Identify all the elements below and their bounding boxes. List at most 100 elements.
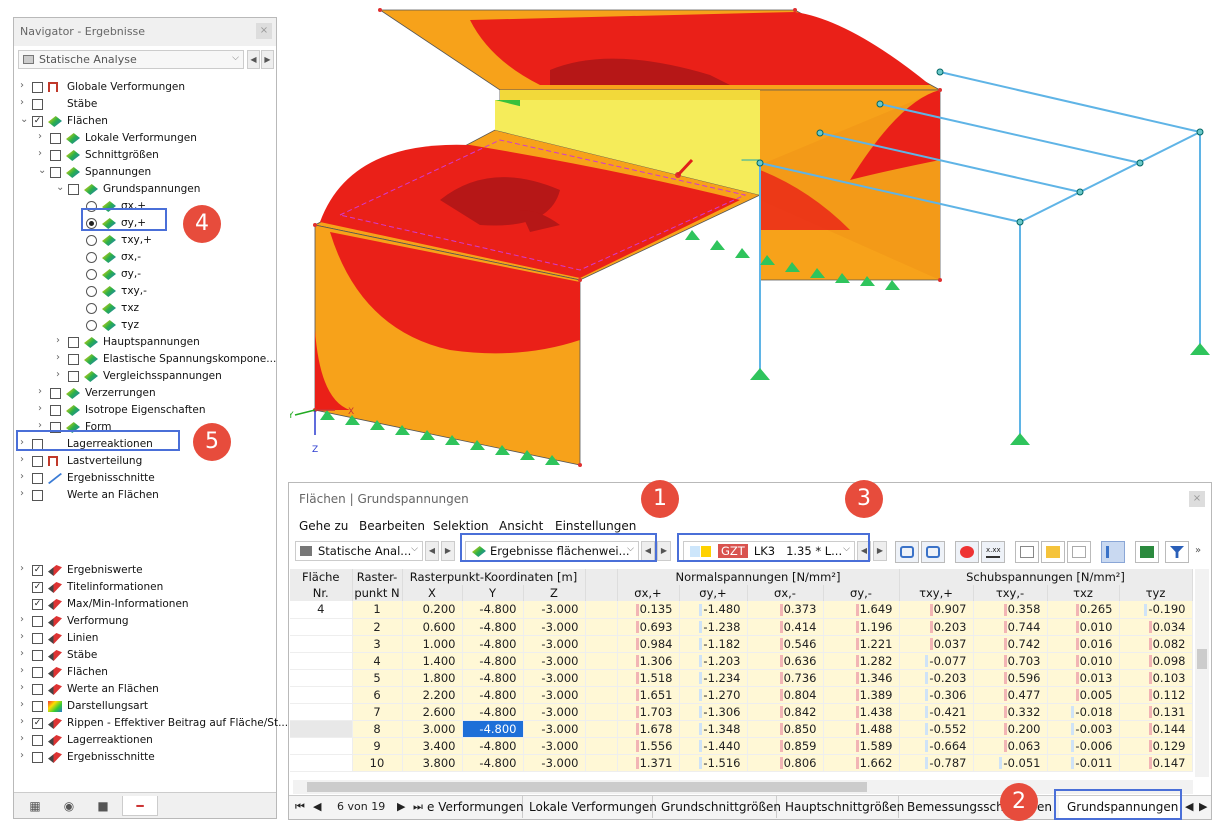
tree-item[interactable]: › Isotrope Eigenschaften <box>20 402 274 419</box>
column-header[interactable]: τyz <box>1119 585 1193 601</box>
radio-button[interactable] <box>86 286 97 297</box>
column-header[interactable]: Z <box>523 585 586 601</box>
tree-item[interactable]: › Globale Verformungen <box>20 79 274 96</box>
checkbox[interactable] <box>68 371 79 382</box>
value-cell[interactable]: -1.440 <box>679 737 748 755</box>
value-cell[interactable]: 0.546 <box>747 635 824 653</box>
checkbox[interactable] <box>50 133 61 144</box>
value-cell[interactable]: -4.800 <box>462 601 524 619</box>
checkbox[interactable] <box>32 99 43 110</box>
value-cell[interactable]: 1.389 <box>823 686 900 704</box>
value-cell[interactable]: 1.651 <box>617 686 680 704</box>
value-cell[interactable]: 0.098 <box>1119 652 1193 670</box>
value-cell[interactable]: 0.010 <box>1047 618 1120 636</box>
grid-point-cell[interactable]: 5 <box>352 669 403 687</box>
chevron-right-icon[interactable]: › <box>56 352 66 363</box>
value-cell[interactable]: -4.800 <box>462 652 524 670</box>
tree-radio-item[interactable]: σx,- <box>20 249 274 266</box>
value-cell[interactable]: 0.859 <box>747 737 824 755</box>
chevron-right-icon[interactable]: › <box>38 386 48 397</box>
checkbox[interactable] <box>32 735 43 746</box>
value-cell[interactable]: -0.664 <box>899 737 974 755</box>
value-cell[interactable]: 0.203 <box>899 618 974 636</box>
table-row[interactable]: 7 2.600 -4.800 -3.000 1.703 -1.306 0.842 1.438 -… <box>290 703 1193 721</box>
value-cell[interactable]: -3.000 <box>523 737 586 755</box>
display-item[interactable]: › Werte an Flächen <box>20 681 274 698</box>
grid-point-cell[interactable]: 1 <box>352 601 403 619</box>
data-icon[interactable]: ▦ <box>20 796 50 816</box>
chevron-right-icon[interactable]: › <box>38 131 48 142</box>
value-cell[interactable]: 1.678 <box>617 720 680 738</box>
value-cell[interactable]: -0.421 <box>899 703 974 721</box>
checkbox[interactable] <box>50 150 61 161</box>
next-page-icon[interactable]: ▶ <box>397 800 405 813</box>
tab-hauptschnittgroessen[interactable]: Hauptschnittgrößen <box>785 796 904 818</box>
value-cell[interactable]: 1.221 <box>823 635 900 653</box>
value-cell[interactable]: -4.800 <box>462 720 524 738</box>
tree-item[interactable]: › Ergebnisschnitte <box>20 470 274 487</box>
tab-prev-icon[interactable]: ◀ <box>1185 800 1193 813</box>
value-cell[interactable]: -1.234 <box>679 669 748 687</box>
value-cell[interactable]: 1.346 <box>823 669 900 687</box>
value-cell[interactable]: 3.000 <box>402 720 463 738</box>
checkbox[interactable] <box>50 405 61 416</box>
last-page-icon[interactable]: ⏭ <box>413 800 423 814</box>
value-cell[interactable]: 0.200 <box>402 601 463 619</box>
chevron-right-icon[interactable]: › <box>20 97 30 108</box>
table-export-icon[interactable] <box>1067 541 1091 563</box>
value-cell[interactable]: 1.488 <box>823 720 900 738</box>
value-cell[interactable]: 0.842 <box>747 703 824 721</box>
value-cell[interactable]: -0.003 <box>1047 720 1120 738</box>
value-cell[interactable]: -0.552 <box>899 720 974 738</box>
value-cell[interactable]: -3.000 <box>523 652 586 670</box>
table-row[interactable]: 6 2.200 -4.800 -3.000 1.651 -1.270 0.804 1.389 -… <box>290 686 1193 704</box>
vertical-scrollbar[interactable] <box>1195 569 1209 777</box>
display-item[interactable]: › Lagerreaktionen <box>20 732 274 749</box>
value-cell[interactable]: 3.800 <box>402 754 463 772</box>
grid-point-cell[interactable]: 6 <box>352 686 403 704</box>
tree-radio-item[interactable]: τxy,+ <box>20 232 274 249</box>
value-cell[interactable]: -1.516 <box>679 754 748 772</box>
excel-icon[interactable] <box>1135 541 1159 563</box>
radio-button[interactable] <box>86 269 97 280</box>
chevron-right-icon[interactable]: › <box>38 148 48 159</box>
radio-button[interactable] <box>86 320 97 331</box>
result-icon[interactable]: ━ <box>122 796 158 816</box>
value-cell[interactable]: 2.200 <box>402 686 463 704</box>
first-page-icon[interactable]: ⏮ <box>295 800 305 814</box>
value-cell[interactable]: 1.518 <box>617 669 680 687</box>
value-cell[interactable]: -4.800 <box>462 618 524 636</box>
value-cell[interactable]: -3.000 <box>523 720 586 738</box>
tree-item[interactable]: › Lastverteilung <box>20 453 274 470</box>
column-header[interactable]: τxz <box>1047 585 1120 601</box>
value-cell[interactable]: -0.006 <box>1047 737 1120 755</box>
table-yellow-icon[interactable] <box>1041 541 1065 563</box>
chevron-right-icon[interactable]: › <box>20 665 30 676</box>
column-header[interactable]: σx,+ <box>617 585 680 601</box>
value-cell[interactable]: -1.348 <box>679 720 748 738</box>
display-item[interactable]: › ✓ Rippen - Effektiver Beitrag auf Fläche… <box>20 715 288 732</box>
table-row[interactable]: 4 1.400 -4.800 -3.000 1.306 -1.203 0.636 1.282 -… <box>290 652 1193 670</box>
chevron-down-icon[interactable]: ⌄ <box>38 165 48 176</box>
display-item[interactable]: › Flächen <box>20 664 274 681</box>
checkbox[interactable] <box>32 82 43 93</box>
checkbox[interactable] <box>32 684 43 695</box>
chevron-down-icon[interactable]: ⌄ <box>20 114 30 125</box>
value-cell[interactable]: -3.000 <box>523 686 586 704</box>
column-header[interactable]: σy,+ <box>679 585 748 601</box>
display-item[interactable]: › Linien <box>20 630 274 647</box>
tab-verformungen[interactable]: e Verformungen <box>427 796 524 818</box>
checkbox[interactable] <box>68 184 79 195</box>
value-cell[interactable]: -4.800 <box>462 669 524 687</box>
analysis-combo[interactable]: Statische Anal... ⌵ <box>295 541 423 561</box>
value-cell[interactable]: -3.000 <box>523 601 586 619</box>
grid-point-cell[interactable]: 4 <box>352 652 403 670</box>
display-item[interactable]: › Stäbe <box>20 647 274 664</box>
table-row[interactable]: 9 3.400 -4.800 -3.000 1.556 -1.440 0.859 1.589 -… <box>290 737 1193 755</box>
display-item[interactable]: › Darstellungsart <box>20 698 274 715</box>
value-cell[interactable]: -1.480 <box>679 601 748 619</box>
chevron-down-icon[interactable]: ⌄ <box>56 182 66 193</box>
filter-icon[interactable] <box>1165 541 1189 563</box>
value-cell[interactable]: -0.190 <box>1119 601 1193 619</box>
checkbox[interactable] <box>32 650 43 661</box>
